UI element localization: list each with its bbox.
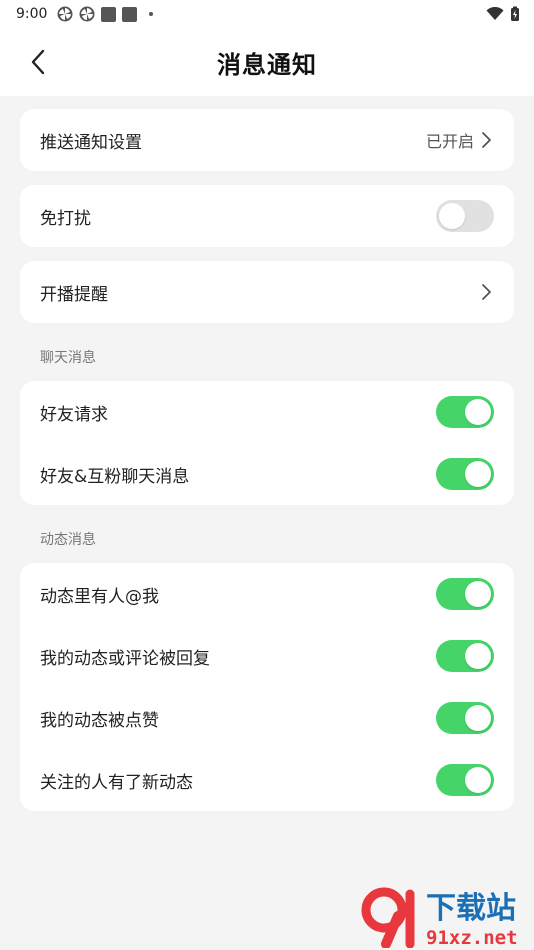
dnd-label: 免打扰 xyxy=(40,208,91,229)
dnd-toggle[interactable] xyxy=(436,200,494,232)
feed-item-label: 动态里有人@我 xyxy=(40,586,159,607)
app-square-icon xyxy=(122,6,138,22)
live-reminder-label: 开播提醒 xyxy=(40,284,108,305)
chat-item-label: 好友&互粉聊天消息 xyxy=(40,466,190,487)
back-button[interactable] xyxy=(22,46,54,78)
toggle-knob xyxy=(465,705,491,731)
like-toggle[interactable] xyxy=(436,702,494,734)
toggle-knob xyxy=(465,643,491,669)
app-square-icon xyxy=(101,6,117,22)
mention-toggle[interactable] xyxy=(436,578,494,610)
nine-one-logo-icon xyxy=(361,887,415,948)
friend-request-toggle[interactable] xyxy=(436,396,494,428)
wifi-icon xyxy=(486,7,504,20)
push-settings-status: 已开启 xyxy=(425,132,474,151)
pinwheel-icon xyxy=(79,6,95,22)
feed-item-reply: 我的动态或评论被回复 xyxy=(20,625,514,687)
toggle-knob xyxy=(465,461,491,487)
page-title: 消息通知 xyxy=(217,50,317,79)
toggle-knob xyxy=(465,581,491,607)
chat-item-friend-chat: 好友&互粉聊天消息 xyxy=(20,443,514,505)
live-reminder-card: 开播提醒 xyxy=(20,261,514,323)
chevron-right-icon xyxy=(480,283,494,301)
status-notification-icons xyxy=(57,6,154,22)
live-reminder-row[interactable]: 开播提醒 xyxy=(20,261,514,323)
chevron-right-icon xyxy=(480,131,494,149)
settings-content: 推送通知设置 已开启 免打扰 开播提醒 聊天消息 好友请求 好友&互粉聊天消息 … xyxy=(0,96,534,811)
feed-item-label: 我的动态被点赞 xyxy=(40,710,159,731)
dnd-row: 免打扰 xyxy=(20,185,514,247)
app-bar: 消息通知 xyxy=(0,28,534,96)
feed-settings-card: 动态里有人@我 我的动态或评论被回复 我的动态被点赞 关注的人有了新动态 xyxy=(20,563,514,811)
toggle-knob xyxy=(439,203,465,229)
push-settings-label: 推送通知设置 xyxy=(40,132,142,153)
status-system-icons xyxy=(486,6,520,22)
battery-charging-icon xyxy=(511,6,519,21)
feed-item-label: 关注的人有了新动态 xyxy=(40,772,193,793)
chat-section-title: 聊天消息 xyxy=(40,350,96,366)
following-update-toggle[interactable] xyxy=(436,764,494,796)
more-notifications-dot-icon xyxy=(149,12,154,16)
feed-item-label: 我的动态或评论被回复 xyxy=(40,648,210,669)
watermark-domain: 91xz.net xyxy=(426,927,518,948)
watermark-logo: 下载站 91xz.net xyxy=(361,887,518,948)
chat-settings-card: 好友请求 好友&互粉聊天消息 xyxy=(20,381,514,505)
push-settings-card: 推送通知设置 已开启 xyxy=(20,109,514,171)
feed-section-title: 动态消息 xyxy=(40,532,96,548)
toggle-knob xyxy=(465,767,491,793)
watermark-brand: 下载站 xyxy=(426,891,516,926)
push-settings-row[interactable]: 推送通知设置 已开启 xyxy=(20,109,514,171)
feed-item-mention: 动态里有人@我 xyxy=(20,563,514,625)
chat-item-friend-request: 好友请求 xyxy=(20,381,514,443)
chevron-left-icon xyxy=(31,49,45,75)
status-bar: 9:00 xyxy=(0,0,534,28)
toggle-knob xyxy=(465,399,491,425)
dnd-card: 免打扰 xyxy=(20,185,514,247)
reply-toggle[interactable] xyxy=(436,640,494,672)
feed-item-following-update: 关注的人有了新动态 xyxy=(20,749,514,811)
friend-chat-toggle[interactable] xyxy=(436,458,494,490)
status-time: 9:00 xyxy=(16,6,48,22)
chat-item-label: 好友请求 xyxy=(40,404,108,425)
pinwheel-icon xyxy=(57,6,73,22)
feed-item-like: 我的动态被点赞 xyxy=(20,687,514,749)
